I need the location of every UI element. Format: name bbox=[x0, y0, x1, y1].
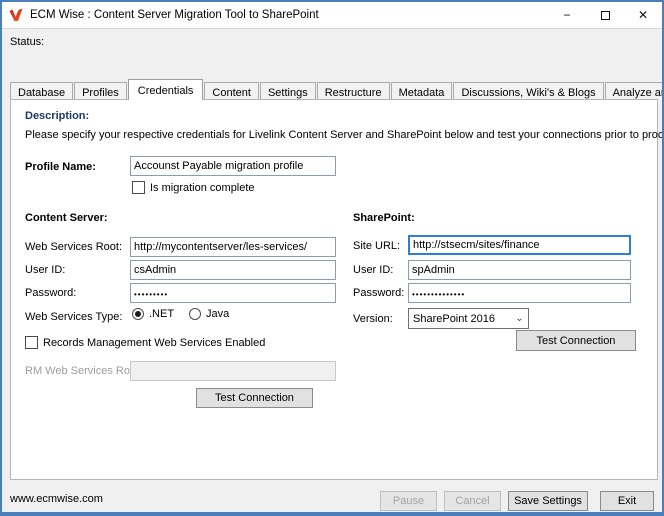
sp-version-dropdown[interactable]: SharePoint 2016 ⌄ bbox=[408, 308, 529, 329]
cancel-button[interactable]: Cancel bbox=[444, 491, 501, 511]
is-migration-complete-checkbox[interactable]: Is migration complete bbox=[132, 181, 255, 194]
radio-icon bbox=[189, 308, 201, 320]
sp-user-id-input[interactable] bbox=[408, 260, 631, 280]
title-bar: ECM Wise : Content Server Migration Tool… bbox=[2, 2, 662, 29]
cs-web-services-type-label: Web Services Type: bbox=[25, 311, 122, 323]
sharepoint-heading: SharePoint: bbox=[353, 212, 415, 224]
sp-password-label: Password: bbox=[353, 287, 404, 299]
profile-name-input[interactable] bbox=[130, 156, 336, 176]
maximize-button[interactable] bbox=[586, 2, 624, 28]
description-heading: Description: bbox=[25, 110, 89, 122]
ws-type-dotnet-label: .NET bbox=[149, 308, 174, 320]
rm-web-services-root-label: RM Web Services Root: bbox=[25, 365, 142, 377]
ws-type-java-label: Java bbox=[206, 308, 229, 320]
cs-web-services-root-input[interactable] bbox=[130, 237, 336, 257]
cs-test-connection-button[interactable]: Test Connection bbox=[196, 388, 313, 408]
minimize-button[interactable]: − bbox=[548, 2, 586, 28]
chevron-down-icon: ⌄ bbox=[511, 313, 528, 324]
maximize-icon bbox=[601, 11, 610, 20]
save-settings-button[interactable]: Save Settings bbox=[508, 491, 588, 511]
sp-user-id-label: User ID: bbox=[353, 264, 393, 276]
checkbox-icon bbox=[25, 336, 38, 349]
app-window: ECM Wise : Content Server Migration Tool… bbox=[0, 0, 664, 516]
status-label: Status: bbox=[10, 36, 44, 48]
tab-content[interactable]: Content bbox=[204, 82, 259, 100]
tab-profiles[interactable]: Profiles bbox=[74, 82, 127, 100]
sp-site-url-input[interactable] bbox=[408, 235, 631, 255]
tab-credentials[interactable]: Credentials bbox=[128, 79, 204, 100]
content-server-heading: Content Server: bbox=[25, 212, 108, 224]
cs-user-id-label: User ID: bbox=[25, 264, 65, 276]
sp-version-value: SharePoint 2016 bbox=[413, 313, 495, 325]
cs-web-services-root-label: Web Services Root: bbox=[25, 241, 122, 253]
cs-password-label: Password: bbox=[25, 287, 76, 299]
sp-test-connection-button[interactable]: Test Connection bbox=[516, 330, 636, 351]
ws-type-java-radio[interactable]: Java bbox=[189, 308, 229, 320]
checkbox-icon bbox=[132, 181, 145, 194]
app-logo-icon bbox=[8, 7, 24, 23]
exit-button[interactable]: Exit bbox=[600, 491, 654, 511]
tab-restructure[interactable]: Restructure bbox=[317, 82, 390, 100]
close-button[interactable]: ✕ bbox=[624, 2, 662, 28]
tab-analyze-and-migrate[interactable]: Analyze and Migrate bbox=[605, 82, 664, 100]
window-title: ECM Wise : Content Server Migration Tool… bbox=[30, 9, 319, 21]
description-text: Please specify your respective credentia… bbox=[25, 129, 664, 141]
tab-settings[interactable]: Settings bbox=[260, 82, 316, 100]
tab-discussions-wikis-blogs[interactable]: Discussions, Wiki's & Blogs bbox=[453, 82, 603, 100]
cs-user-id-input[interactable] bbox=[130, 260, 336, 280]
profile-name-label: Profile Name: bbox=[25, 161, 96, 173]
sp-site-url-label: Site URL: bbox=[353, 240, 400, 252]
pause-button[interactable]: Pause bbox=[380, 491, 437, 511]
rm-enabled-checkbox[interactable]: Records Management Web Services Enabled bbox=[25, 336, 265, 349]
sp-password-input[interactable] bbox=[408, 283, 631, 303]
sp-version-label: Version: bbox=[353, 313, 393, 325]
tab-strip: Database Profiles Credentials Content Se… bbox=[10, 80, 654, 100]
is-migration-complete-label: Is migration complete bbox=[150, 182, 255, 194]
rm-web-services-root-input bbox=[130, 361, 336, 381]
credentials-tab-page: Description: Please specify your respect… bbox=[10, 99, 658, 480]
website-link[interactable]: www.ecmwise.com bbox=[10, 493, 103, 505]
rm-enabled-label: Records Management Web Services Enabled bbox=[43, 337, 265, 349]
radio-icon bbox=[132, 308, 144, 320]
cs-password-input[interactable] bbox=[130, 283, 336, 303]
ws-type-dotnet-radio[interactable]: .NET bbox=[132, 308, 174, 320]
tab-metadata[interactable]: Metadata bbox=[391, 82, 453, 100]
tab-database[interactable]: Database bbox=[10, 82, 73, 100]
